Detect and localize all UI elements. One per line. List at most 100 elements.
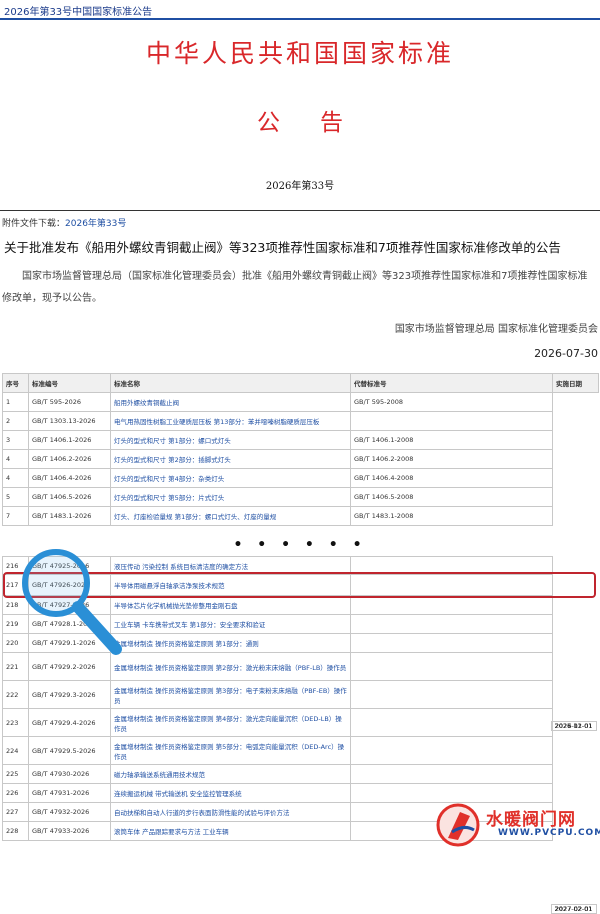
- cell-name[interactable]: 金属增材制造 操作员资格鉴定原则 第4部分：激光定向能量沉积（DED-LB）操作…: [110, 708, 351, 737]
- cell-name[interactable]: 金属增材制造 操作员资格鉴定原则 第3部分：电子束粉末床熔融（PBF-EB）操作…: [110, 680, 351, 709]
- cell-no: 1: [2, 392, 29, 412]
- attachment-label: 附件文件下载：: [2, 219, 66, 229]
- cell-code: GB/T 47929.2-2026: [28, 652, 111, 681]
- table-row[interactable]: 4 GB/T 1406.4-2026 灯头的型式和尺寸 第4部分：杂类灯头 GB/T …: [2, 468, 599, 731]
- header-name: 标准名称: [110, 373, 351, 393]
- heading-main: 中华人民共和国国家标准: [145, 39, 454, 68]
- cell-code: GB/T 47929.3-2026: [28, 680, 111, 709]
- cell-replace: GB/T 1406.2-2008: [350, 449, 553, 469]
- announcement-date: 2026-07-30: [534, 347, 598, 360]
- cell-replace: [350, 783, 553, 803]
- header-code: 标准编号: [28, 373, 111, 393]
- cell-no: 228: [2, 821, 29, 841]
- cell-code: GB/T 1406.5-2026: [28, 487, 111, 507]
- table-row[interactable]: 7 GB/T 1483.1-2026 灯头、灯座检验量规 第1部分：螺口式灯头、灯座…: [2, 506, 599, 731]
- cell-code: GB/T 47932-2026: [28, 802, 111, 822]
- cell-no: 219: [2, 614, 29, 634]
- table-row[interactable]: 218 GB/T 47927-2026 半导体芯片化学机械抛光垫修整用金刚石盘 202…: [2, 595, 599, 914]
- cell-name[interactable]: 磁力轴承输送系统通用技术规范: [110, 764, 351, 784]
- cell-code: GB/T 1483.1-2026: [28, 506, 111, 526]
- cell-name[interactable]: 半导体芯片化学机械抛光垫修整用金刚石盘: [110, 595, 351, 615]
- cell-name[interactable]: 电气用热固性树脂工业硬质层压板 第13部分：苯并噁嗪树脂硬质层压板: [110, 411, 351, 431]
- table-row[interactable]: 221 GB/T 47929.2-2026 金属增材制造 操作员资格鉴定原则 第2部…: [2, 652, 599, 914]
- table-header-row: 序号 标准编号 标准名称 代替标准号 实施日期: [2, 373, 599, 393]
- cell-name[interactable]: 金属增材制造 操作员资格鉴定原则 第2部分：激光粉末床熔融（PBF-LB）操作员: [110, 652, 351, 681]
- heading-sub-char-1: 公: [257, 110, 280, 136]
- standards-table-bottom: 216 GB/T 47925-2026 液压传动 污染控制 系统目标清洁度的确定方法…: [2, 556, 599, 914]
- cell-no: 5: [2, 487, 29, 507]
- table-row[interactable]: 5 GB/T 1406.5-2026 灯头的型式和尺寸 第5部分：片式灯头 GB/T …: [2, 487, 599, 731]
- cell-no: 227: [2, 802, 29, 822]
- standards-table-top: 序号 标准编号 标准名称 代替标准号 实施日期 1 GB/T 595-2026 船用…: [2, 373, 599, 731]
- cell-replace: GB/T 1406.5-2008: [350, 487, 553, 507]
- table-row[interactable]: 2 GB/T 1303.13-2026 电气用热固性树脂工业硬质层压板 第13部分：…: [2, 411, 599, 731]
- cell-no: 225: [2, 764, 29, 784]
- cell-replace: [350, 614, 553, 634]
- cell-name[interactable]: 船用外螺纹青铜截止阀: [110, 392, 351, 412]
- cell-name[interactable]: 金属增材制造 操作员资格鉴定原则 第5部分：电弧定向能量沉积（DED-Arc）操…: [110, 736, 351, 765]
- cell-name[interactable]: 自动扶梯和自动人行道的步行表面防滑性能的试验与评价方法: [110, 802, 351, 822]
- cell-name[interactable]: 滚筒车体 产品跟踪要求与方法 工业车辆: [110, 821, 351, 841]
- cell-name[interactable]: 连续搬运机械 带式输送机 安全监控管理系统: [110, 783, 351, 803]
- cell-name[interactable]: 灯头的型式和尺寸 第1部分：螺口式灯头: [110, 430, 351, 450]
- heading-sub-char-2: 告: [320, 110, 343, 136]
- cell-code: GB/T 1303.13-2026: [28, 411, 111, 431]
- cell-no: 220: [2, 633, 29, 653]
- attachment-link[interactable]: 2026年第33号: [65, 219, 126, 229]
- cell-no: 3: [2, 430, 29, 450]
- cell-name[interactable]: 灯头的型式和尺寸 第2部分：插脚式灯头: [110, 449, 351, 469]
- cell-code: GB/T 47929.5-2026: [28, 736, 111, 765]
- cell-code: GB/T 1406.4-2026: [28, 468, 111, 488]
- cell-code: GB/T 47930-2026: [28, 764, 111, 784]
- top-divider: [0, 18, 600, 20]
- cell-replace: GB/T 1406.4-2008: [350, 468, 553, 488]
- cell-code: GB/T 1406.1-2026: [28, 430, 111, 450]
- table-row[interactable]: 1 GB/T 595-2026 船用外螺纹青铜截止阀 GB/T 595-2008 202…: [2, 392, 599, 731]
- cell-code: GB/T 47933-2026: [28, 821, 111, 841]
- announcement-body: 国家市场监督管理总局（国家标准化管理委员会）批准《船用外螺纹青铜截止阀》等323…: [2, 271, 588, 304]
- cell-code: GB/T 595-2026: [28, 392, 111, 412]
- ellipsis-dots: • • • • • •: [233, 537, 367, 553]
- cell-no: 221: [2, 652, 29, 681]
- cell-code: GB/T 47931-2026: [28, 783, 111, 803]
- highlight-row-box: [3, 572, 596, 598]
- logo-url: WWW.PVCPU.COM: [498, 828, 600, 838]
- cell-name[interactable]: 灯头、灯座检验量规 第1部分：螺口式灯头、灯座的量规: [110, 506, 351, 526]
- table-row[interactable]: 222 GB/T 47929.3-2026 金属增材制造 操作员资格鉴定原则 第3部…: [2, 680, 599, 914]
- table-row[interactable]: 219 GB/T 47928.1-2026 工业车辆 卡车携带式叉车 第1部分：安全…: [2, 614, 599, 914]
- cell-replace: [350, 680, 553, 709]
- cell-name[interactable]: 工业车辆 卡车携带式叉车 第1部分：安全要求和验证: [110, 614, 351, 634]
- table-row[interactable]: 4 GB/T 1406.2-2026 灯头的型式和尺寸 第2部分：插脚式灯头 GB/T…: [2, 449, 599, 731]
- table-row[interactable]: 225 GB/T 47930-2026 磁力轴承输送系统通用技术规范 2027-02-…: [2, 764, 599, 914]
- page-top-title: 2026年第33号中国国家标准公告: [4, 7, 153, 18]
- table-row[interactable]: 224 GB/T 47929.5-2026 金属增材制造 操作员资格鉴定原则 第5部…: [2, 736, 599, 914]
- cell-code: GB/T 47928.1-2026: [28, 614, 111, 634]
- table-row[interactable]: 3 GB/T 1406.1-2026 灯头的型式和尺寸 第1部分：螺口式灯头 GB/T…: [2, 430, 599, 731]
- cell-replace: [350, 411, 553, 431]
- cell-no: 222: [2, 680, 29, 709]
- cell-name[interactable]: 灯头的型式和尺寸 第4部分：杂类灯头: [110, 468, 351, 488]
- cell-replace: [350, 736, 553, 765]
- cell-replace: [350, 764, 553, 784]
- table-row[interactable]: 226 GB/T 47931-2026 连续搬运机械 带式输送机 安全监控管理系统 2…: [2, 783, 599, 914]
- header-replace: 代替标准号: [350, 373, 553, 393]
- cell-code: GB/T 47927-2026: [28, 595, 111, 615]
- cell-no: 226: [2, 783, 29, 803]
- cell-replace: [350, 595, 553, 615]
- cell-name[interactable]: 金属增材制造 操作员资格鉴定原则 第1部分：通则: [110, 633, 351, 653]
- section-divider: [0, 210, 600, 211]
- cell-code: GB/T 47929.4-2026: [28, 708, 111, 737]
- table-row[interactable]: 223 GB/T 47929.4-2026 金属增材制造 操作员资格鉴定原则 第4部…: [2, 708, 599, 914]
- cell-no: 218: [2, 595, 29, 615]
- cell-no: 4: [2, 468, 29, 488]
- heading-sub: 公告: [0, 103, 600, 137]
- cell-date: 2027-02-01: [550, 903, 597, 914]
- cell-no: 223: [2, 708, 29, 737]
- cell-no: 7: [2, 506, 29, 526]
- header-date: 实施日期: [552, 373, 599, 393]
- cell-replace: GB/T 595-2008: [350, 392, 553, 412]
- cell-replace: GB/T 1483.1-2008: [350, 506, 553, 526]
- table-row[interactable]: 220 GB/T 47929.1-2026 金属增材制造 操作员资格鉴定原则 第1部…: [2, 633, 599, 914]
- cell-code: GB/T 47929.1-2026: [28, 633, 111, 653]
- cell-name[interactable]: 灯头的型式和尺寸 第5部分：片式灯头: [110, 487, 351, 507]
